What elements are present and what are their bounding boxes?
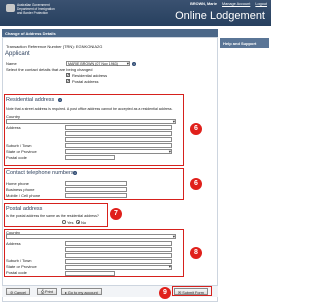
submit-icon: ✉ [178, 290, 182, 295]
business-phone-input[interactable] [65, 187, 127, 192]
select-prompt: Select the contact details that are bein… [6, 67, 93, 72]
residential-checkbox[interactable]: ✔ [66, 73, 70, 77]
go-arrow-icon: ▸ [65, 291, 67, 295]
home-phone-input[interactable] [65, 181, 127, 186]
postal-same-no-label: No [81, 219, 87, 225]
postal-checkbox-label: Postal address [72, 79, 99, 84]
postal-address-line-3[interactable] [65, 253, 172, 258]
trn-label: Transaction Reference Number (TRN): EGNK… [6, 44, 103, 49]
residential-state-select[interactable] [65, 149, 172, 155]
residential-address-label: Address [6, 125, 21, 130]
help-support-panel[interactable]: Help and Support [220, 38, 269, 48]
name-select[interactable]: MARIE BROWN (07 Nov 1963) [66, 61, 130, 67]
residential-checkbox-label: Residential address [72, 73, 108, 78]
header-user-links: BROWN, Marie Manage Account Logout [190, 2, 267, 6]
mobile-phone-label: Mobile / Cell phone [6, 193, 41, 198]
applicant-heading: Applicant [5, 51, 30, 57]
residential-suburb-label: Suburb / Town [6, 143, 32, 148]
residential-address-line-3[interactable] [65, 137, 172, 142]
phones-heading: Contact telephone numbers [6, 170, 74, 176]
postal-address-line-2[interactable] [65, 247, 172, 252]
residential-heading: Residential address [6, 97, 55, 103]
government-logo: Australian Government Department of Immi… [3, 2, 55, 22]
print-icon: ⎙ [41, 290, 45, 294]
print-button-label: Print [45, 290, 53, 294]
name-select-value: MARIE BROWN (07 Nov 1963) [68, 62, 118, 66]
logo-line-3: and Border Protection [17, 11, 49, 15]
submit-form-label: Submit Form [182, 290, 204, 295]
crest-icon [6, 4, 15, 12]
app-title: Online Lodgement [175, 10, 265, 22]
residential-note: Note that a street address is required. … [6, 107, 173, 111]
postal-suburb-input[interactable] [65, 258, 172, 264]
postal-state-select[interactable] [65, 264, 172, 270]
residential-state-label: State or Province [6, 149, 37, 154]
residential-suburb-input[interactable] [65, 143, 172, 148]
postal-address-line-1[interactable] [65, 241, 172, 246]
postal-checkbox[interactable]: ✔ [66, 79, 70, 83]
name-label: Name [6, 61, 17, 66]
postal-postcode-label: Postal code [6, 270, 27, 275]
callout-submit: 9 [159, 287, 171, 299]
home-phone-label: Home phone [6, 181, 29, 186]
logout-link[interactable]: Logout [255, 2, 267, 6]
name-info-icon[interactable]: i [132, 62, 136, 66]
residential-address-line-2[interactable] [65, 131, 172, 136]
postal-country-select[interactable] [6, 234, 176, 240]
postal-postcode-input[interactable] [65, 270, 115, 276]
section-title: Change of Address Details [2, 29, 218, 37]
business-phone-label: Business phone [6, 187, 35, 192]
callout-residential: 6 [190, 123, 202, 135]
mobile-phone-input[interactable] [65, 193, 127, 198]
residential-info-icon[interactable]: i [58, 98, 62, 102]
residential-address-line-1[interactable] [65, 125, 172, 130]
print-button[interactable]: ⎙Print [37, 288, 57, 295]
cancel-button[interactable]: ⊘Cancel [6, 288, 31, 295]
manage-account-link[interactable]: Manage Account [222, 2, 250, 6]
postal-address-label: Address [6, 241, 21, 246]
postal-same-no-radio[interactable] [76, 220, 80, 224]
postal-same-question: Is the postal address the same as the re… [6, 214, 99, 218]
callout-postal: 8 [190, 247, 202, 259]
phones-info-icon[interactable]: i [73, 171, 77, 175]
callout-phones: 6 [190, 178, 202, 190]
cancel-icon: ⊘ [10, 291, 14, 295]
submit-form-button[interactable]: ✉Submit Form [174, 287, 208, 295]
residential-postcode-input[interactable] [65, 155, 115, 160]
go-to-account-button[interactable]: ▸Go to my account [61, 288, 102, 295]
user-name: BROWN, Marie [190, 2, 217, 6]
postal-state-label: State or Province [6, 264, 37, 269]
residential-country-select[interactable] [6, 119, 176, 125]
postal-heading: Postal address [6, 206, 43, 212]
postal-suburb-label: Suburb / Town [6, 258, 32, 263]
postal-same-yes-radio[interactable] [62, 220, 66, 224]
cancel-button-label: Cancel [14, 291, 27, 295]
residential-postcode-label: Postal code [6, 155, 27, 160]
postal-same-yes-label: Yes [67, 219, 74, 225]
callout-postal-question: 7 [110, 208, 122, 220]
go-to-account-label: Go to my account [67, 291, 98, 295]
